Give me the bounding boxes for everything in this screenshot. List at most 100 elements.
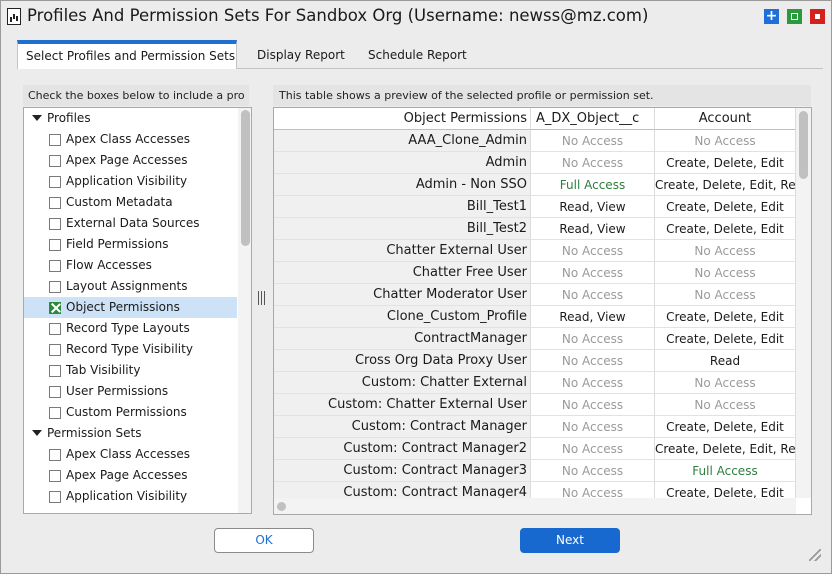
plus-icon[interactable]: +	[764, 9, 779, 24]
tree-group[interactable]: Permission Sets	[24, 423, 237, 444]
tree-instruction: Check the boxes below to include a pro	[23, 85, 249, 106]
table-vertical-scrollbar[interactable]	[796, 108, 811, 498]
table-cell: No Access	[531, 240, 655, 262]
caret-down-icon[interactable]	[32, 115, 42, 121]
preview-table: Object Permissions A_DX_Object__c Accoun…	[273, 107, 812, 515]
table-row[interactable]: Bill_Test1 Read, View Create, Delete, Edit	[274, 196, 796, 218]
tree-item[interactable]: Apex Class Accesses	[24, 444, 237, 465]
tree-item[interactable]: User Permissions	[24, 381, 237, 402]
table-row[interactable]: Custom: Contract Manager No Access Create,…	[274, 416, 796, 438]
table-row[interactable]: Clone_Custom_Profile Read, View Create, De…	[274, 306, 796, 328]
title-bar: Profiles And Permission Sets For Sandbox…	[1, 1, 831, 33]
tree-item-checkbox[interactable]	[49, 449, 61, 461]
splitter-handle[interactable]	[257, 291, 267, 305]
table-row[interactable]: Custom: Chatter External User No Access No…	[274, 394, 796, 416]
tree-item[interactable]: Tab Visibility	[24, 360, 237, 381]
tree-item-checkbox[interactable]	[49, 344, 61, 356]
table-instruction: This table shows a preview of the select…	[273, 85, 811, 106]
table-cell: No Access	[531, 416, 655, 438]
tab-schedule-report[interactable]: Schedule Report	[360, 40, 475, 69]
tree-item[interactable]: External Data Sources	[24, 213, 237, 234]
tree-item[interactable]: Record Type Visibility	[24, 339, 237, 360]
tab-display-report[interactable]: Display Report	[249, 40, 353, 69]
table-cell: No Access	[655, 130, 796, 152]
tree-item-checkbox[interactable]	[49, 239, 61, 251]
table-cell: No Access	[531, 460, 655, 482]
tree-item[interactable]: Custom Metadata	[24, 192, 237, 213]
tree-item-checkbox[interactable]	[49, 155, 61, 167]
caret-down-icon[interactable]	[32, 430, 42, 436]
row-header-cell: Admin	[274, 152, 531, 174]
table-cell: Create, Delete, Edit	[655, 328, 796, 350]
tree-item-label: Application Visibility	[66, 489, 188, 503]
tree-item[interactable]: Application Visibility	[24, 171, 237, 192]
table-vertical-scrollbar-thumb[interactable]	[799, 111, 808, 179]
table-row[interactable]: ContractManager No Access Create, Delete, …	[274, 328, 796, 350]
tree-group[interactable]: Profiles	[24, 108, 237, 129]
tree-item-checkbox[interactable]	[49, 197, 61, 209]
table-cell: Full Access	[531, 174, 655, 196]
tree-item-checkbox[interactable]	[49, 281, 61, 293]
report-app-icon	[7, 8, 21, 25]
tree-item[interactable]: Object Permissions	[24, 297, 237, 318]
tree-item-checkbox[interactable]	[49, 260, 61, 272]
maximize-icon[interactable]	[787, 9, 802, 24]
tree-item[interactable]: Field Permissions	[24, 234, 237, 255]
row-header-cell: Chatter Free User	[274, 262, 531, 284]
tree-item-label: Application Visibility	[66, 174, 188, 188]
tree-item-checkbox[interactable]	[49, 365, 61, 377]
table-row[interactable]: Admin No Access Create, Delete, Edit	[274, 152, 796, 174]
table-cell: No Access	[655, 372, 796, 394]
tree-item-checkbox[interactable]	[49, 134, 61, 146]
tree-scrollbar[interactable]	[238, 108, 251, 513]
close-icon[interactable]	[810, 9, 825, 24]
tree-item[interactable]: Custom Permissions	[24, 402, 237, 423]
tree-item[interactable]: Application Visibility	[24, 486, 237, 507]
table-row[interactable]: Custom: Contract Manager2 No Access Create…	[274, 438, 796, 460]
table-row[interactable]: Bill_Test2 Read, View Create, Delete, Edit	[274, 218, 796, 240]
table-row[interactable]: Chatter Moderator User No Access No Access	[274, 284, 796, 306]
table-row[interactable]: Custom: Chatter External No Access No Acce…	[274, 372, 796, 394]
table-row[interactable]: Chatter Free User No Access No Access	[274, 262, 796, 284]
tree-item-label: Layout Assignments	[66, 279, 188, 293]
tree-item-checkbox[interactable]	[49, 386, 61, 398]
table-horizontal-scrollbar[interactable]	[274, 498, 796, 514]
table-row[interactable]: AAA_Clone_Admin No Access No Access	[274, 130, 796, 152]
table-cell: No Access	[531, 130, 655, 152]
column-header[interactable]: Account	[655, 108, 796, 130]
table-horizontal-scrollbar-thumb[interactable]	[277, 502, 286, 511]
tree-item-checkbox[interactable]	[49, 491, 61, 503]
tree-item-label: External Data Sources	[66, 216, 200, 230]
tab-select-profiles[interactable]: Select Profiles and Permission Sets	[17, 40, 237, 69]
tree-item[interactable]: Apex Page Accesses	[24, 150, 237, 171]
tree-item[interactable]: Record Type Layouts	[24, 318, 237, 339]
tree-item-checkbox[interactable]	[49, 218, 61, 230]
tree-item-checkbox[interactable]	[49, 470, 61, 482]
column-header[interactable]: Object Permissions	[274, 108, 531, 130]
table-row[interactable]: Admin - Non SSO Full Access Create, Delete…	[274, 174, 796, 196]
tree-scrollbar-thumb[interactable]	[241, 110, 250, 246]
tree-item[interactable]: Apex Class Accesses	[24, 129, 237, 150]
table-cell: No Access	[655, 240, 796, 262]
tree-item-checkbox[interactable]	[49, 302, 61, 314]
tree-item-label: Custom Permissions	[66, 405, 187, 419]
table-row[interactable]: Custom: Contract Manager3 No Access Full A…	[274, 460, 796, 482]
tree-item-label: Tab Visibility	[66, 363, 141, 377]
table-row[interactable]: Chatter External User No Access No Access	[274, 240, 796, 262]
tree-item-label: Apex Class Accesses	[66, 447, 191, 461]
row-header-cell: Custom: Chatter External	[274, 372, 531, 394]
column-header[interactable]: A_DX_Object__c	[531, 108, 655, 130]
next-button[interactable]: Next	[520, 528, 620, 553]
table-cell: Create, Delete, Edit	[655, 218, 796, 240]
tree-item[interactable]: Apex Page Accesses	[24, 465, 237, 486]
resize-grip-icon[interactable]	[809, 549, 821, 561]
table-row[interactable]: Cross Org Data Proxy User No Access Read	[274, 350, 796, 372]
tree-item[interactable]: Flow Accesses	[24, 255, 237, 276]
ok-button[interactable]: OK	[214, 528, 314, 553]
table-cell: No Access	[531, 438, 655, 460]
table-cell: Create, Delete, Edit	[655, 196, 796, 218]
tree-item-checkbox[interactable]	[49, 323, 61, 335]
tree-item[interactable]: Layout Assignments	[24, 276, 237, 297]
tree-item-checkbox[interactable]	[49, 407, 61, 419]
tree-item-checkbox[interactable]	[49, 176, 61, 188]
